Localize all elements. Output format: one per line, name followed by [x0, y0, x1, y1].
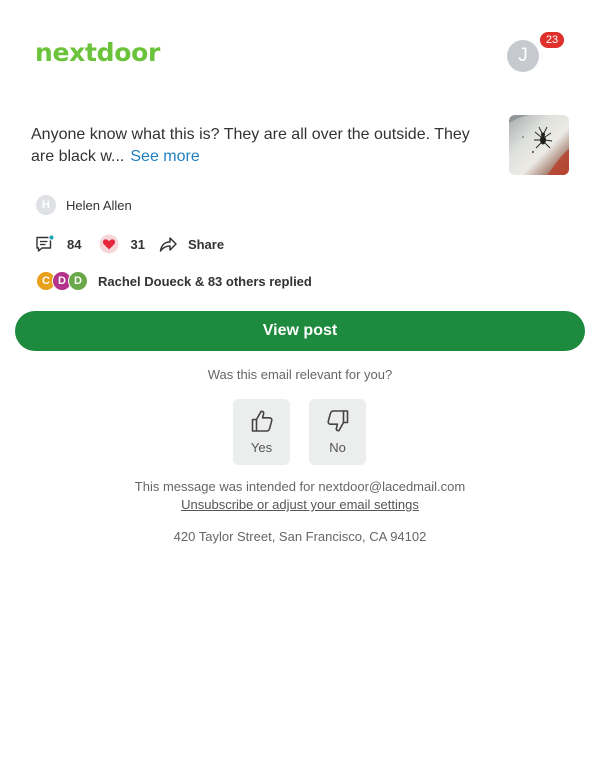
author-avatar: H: [36, 195, 56, 215]
replies-summary[interactable]: Rachel Doueck & 83 others replied: [98, 274, 312, 289]
intended-recipient-note: This message was intended for nextdoor@l…: [134, 479, 466, 494]
company-address: 420 Taylor Street, San Francisco, CA 941…: [173, 529, 427, 544]
post-image-thumbnail[interactable]: [509, 115, 569, 175]
relevance-question: Was this email relevant for you?: [207, 367, 393, 382]
notification-badge[interactable]: 23: [540, 32, 564, 48]
post-actions: 84 31 Share: [35, 233, 224, 255]
insect-photo-icon: [509, 115, 569, 175]
thumbs-up-icon: [251, 410, 273, 432]
see-more-link[interactable]: See more: [130, 148, 199, 165]
comment-count: 84: [67, 236, 82, 252]
email-page: nextdoor J 23 Anyone know what this is? …: [0, 0, 600, 768]
share-icon[interactable]: [158, 234, 178, 254]
feedback-yes-button[interactable]: Yes: [233, 399, 290, 465]
comment-icon[interactable]: [35, 234, 55, 254]
unsubscribe-row: Unsubscribe or adjust your email setting…: [0, 497, 600, 512]
author-row[interactable]: H Helen Allen: [36, 195, 132, 215]
author-name[interactable]: Helen Allen: [66, 198, 132, 213]
feedback-no-label: No: [329, 440, 346, 455]
view-post-button[interactable]: View post: [15, 311, 585, 351]
replies-row[interactable]: C D D Rachel Doueck & 83 others replied: [36, 271, 312, 291]
feedback-no-button[interactable]: No: [309, 399, 366, 465]
replier-avatar: D: [68, 271, 88, 291]
nextdoor-logo[interactable]: nextdoor: [35, 38, 160, 67]
feedback-yes-label: Yes: [250, 440, 273, 455]
heart-reaction-icon[interactable]: [99, 234, 119, 254]
post-preview: Anyone know what this is? They are all o…: [31, 124, 491, 168]
post-text: Anyone know what this is? They are all o…: [31, 126, 470, 165]
unsubscribe-link[interactable]: Unsubscribe or adjust your email setting…: [181, 497, 419, 512]
share-button[interactable]: Share: [188, 237, 224, 252]
user-avatar[interactable]: J: [507, 40, 539, 72]
thumbs-down-icon: [327, 410, 349, 432]
reaction-count: 31: [130, 236, 145, 252]
